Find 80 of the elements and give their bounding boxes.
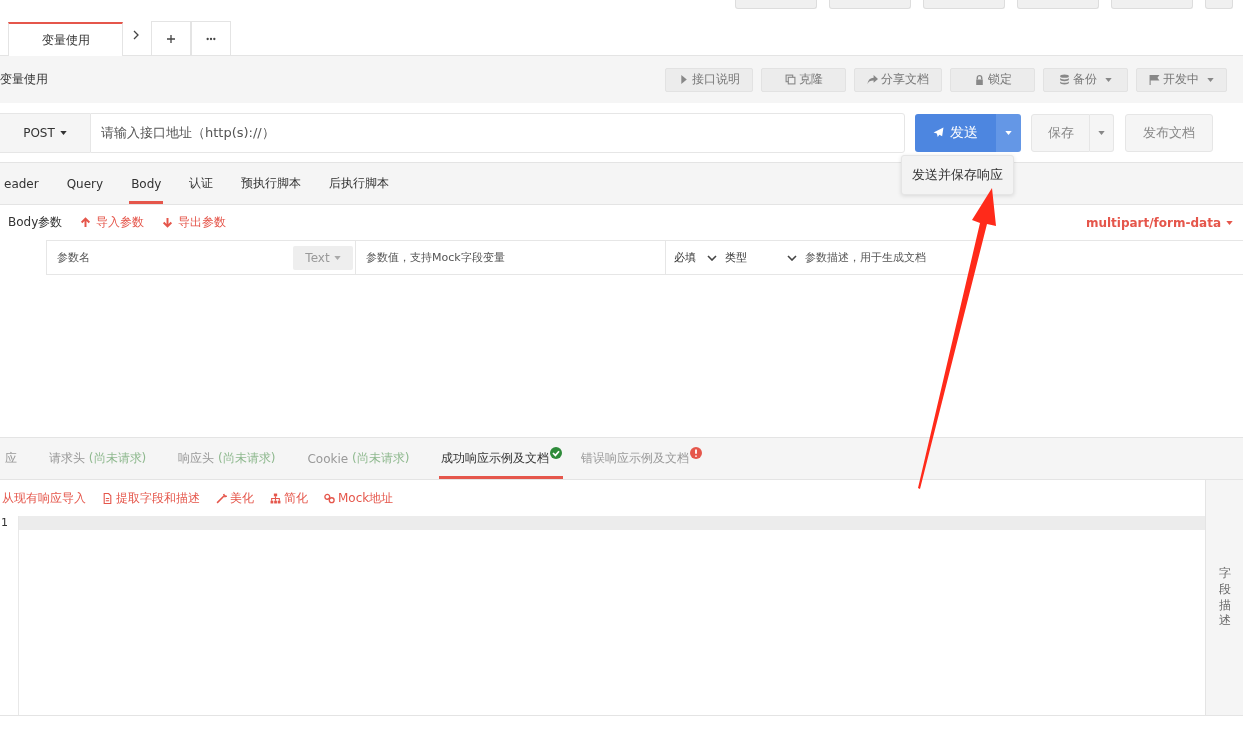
sitemap-icon <box>270 492 281 504</box>
caret-icon <box>59 130 67 135</box>
share-icon <box>867 74 878 85</box>
request-tab[interactable]: Body <box>129 163 164 204</box>
arrow-up-icon <box>80 217 92 228</box>
play-icon <box>678 74 689 85</box>
param-description-field[interactable]: 参数描述，用于生成文档 <box>805 250 1243 265</box>
flag-icon <box>1149 74 1160 85</box>
response-tab[interactable]: 错误响应示例及文档 <box>579 438 704 479</box>
lock-icon <box>973 74 985 85</box>
check-circle-icon <box>550 447 563 459</box>
body-label: Body参数 <box>8 214 63 231</box>
toolbar-button[interactable]: 接口说明 <box>665 67 753 92</box>
chevron-right-icon[interactable] <box>133 30 139 40</box>
toolbar-button[interactable] <box>735 0 817 9</box>
publish-button[interactable]: 发布文档 <box>1125 113 1213 152</box>
response-action-link[interactable]: 美化 <box>216 489 254 507</box>
line-number: 1 <box>0 516 9 530</box>
param-value-field[interactable]: 参数值，支持Mock字段变量 <box>355 241 665 274</box>
toolbar-button[interactable] <box>923 0 1005 9</box>
toolbar-button[interactable] <box>1111 0 1193 9</box>
side-panel-label[interactable]: 字段描述 <box>1218 566 1231 629</box>
request-tab[interactable]: 后执行脚本 <box>327 163 392 204</box>
toolbar-button[interactable]: 锁定 <box>950 67 1035 92</box>
response-action-link[interactable]: Mock地址 <box>324 489 394 507</box>
error-circle-icon <box>690 447 703 459</box>
request-tab[interactable]: 认证 <box>187 163 216 204</box>
more-button[interactable] <box>191 21 231 55</box>
arrow-down-icon <box>162 217 174 228</box>
send-menu-button[interactable] <box>996 113 1021 152</box>
url-field[interactable]: 请输入接口地址（http(s)://） <box>90 112 905 153</box>
wand-icon <box>216 492 227 504</box>
caret-icon <box>333 255 341 260</box>
document-tab[interactable]: 变量使用 <box>8 22 123 56</box>
request-tab[interactable]: 预执行脚本 <box>239 163 304 204</box>
plus-icon <box>166 33 176 44</box>
database-icon <box>1059 74 1070 85</box>
response-action-link[interactable]: 从现有响应导入 <box>2 489 86 507</box>
content-type-dropdown[interactable]: multipart/form-data <box>1085 215 1233 230</box>
toolbar-button[interactable] <box>829 0 911 9</box>
file-icon <box>102 492 113 504</box>
required-select[interactable]: 必填 <box>665 241 725 274</box>
chevron-down-icon <box>787 254 797 261</box>
link-icon <box>324 492 335 504</box>
paper-plane-icon <box>933 127 944 138</box>
param-action-link[interactable]: 导出参数 <box>162 214 227 231</box>
toolbar-button[interactable]: 备份 <box>1043 67 1128 92</box>
toolbar-button[interactable]: 开发中 <box>1136 67 1227 92</box>
send-button[interactable]: 发送 <box>915 113 996 152</box>
menu-item[interactable]: 发送并保存响应 <box>912 165 1003 184</box>
add-tab-button[interactable] <box>151 21 191 55</box>
toolbar-button[interactable]: 克隆 <box>761 67 846 92</box>
response-tab[interactable]: 应 <box>3 438 31 479</box>
toolbar-button[interactable]: 分享文档 <box>854 67 942 92</box>
caret-icon <box>1098 130 1105 135</box>
response-tab[interactable]: Cookie (尚未请求) <box>305 438 424 479</box>
save-menu-button[interactable] <box>1090 113 1114 152</box>
response-tab[interactable]: 响应头 (尚未请求) <box>176 438 290 479</box>
type-dropdown[interactable]: Text <box>293 245 353 270</box>
caret-icon <box>1005 130 1012 135</box>
method-dropdown[interactable]: POST <box>0 112 90 153</box>
chevron-down-icon <box>707 254 717 261</box>
page-title: 变量使用 <box>0 71 48 88</box>
response-action-link[interactable]: 提取字段和描述 <box>102 489 200 507</box>
request-tab[interactable]: Query <box>64 163 106 204</box>
copy-icon <box>784 74 796 85</box>
toolbar-button[interactable] <box>1017 0 1099 9</box>
caret-icon <box>1226 220 1233 225</box>
save-button[interactable]: 保存 <box>1031 113 1090 152</box>
param-name-field[interactable]: 参数名 <box>47 250 293 265</box>
response-action-link[interactable]: 简化 <box>270 489 308 507</box>
response-tab[interactable]: 请求头 (尚未请求) <box>47 438 161 479</box>
ellipsis-icon <box>206 36 216 41</box>
response-tab[interactable]: 成功响应示例及文档 <box>439 438 564 479</box>
caret-icon <box>1105 77 1112 82</box>
request-tab[interactable]: eader <box>2 163 41 204</box>
param-action-link[interactable]: 导入参数 <box>80 214 145 231</box>
caret-icon <box>1207 77 1214 82</box>
toolbar-button[interactable] <box>1205 0 1233 9</box>
type-select[interactable]: 类型 <box>725 250 805 265</box>
